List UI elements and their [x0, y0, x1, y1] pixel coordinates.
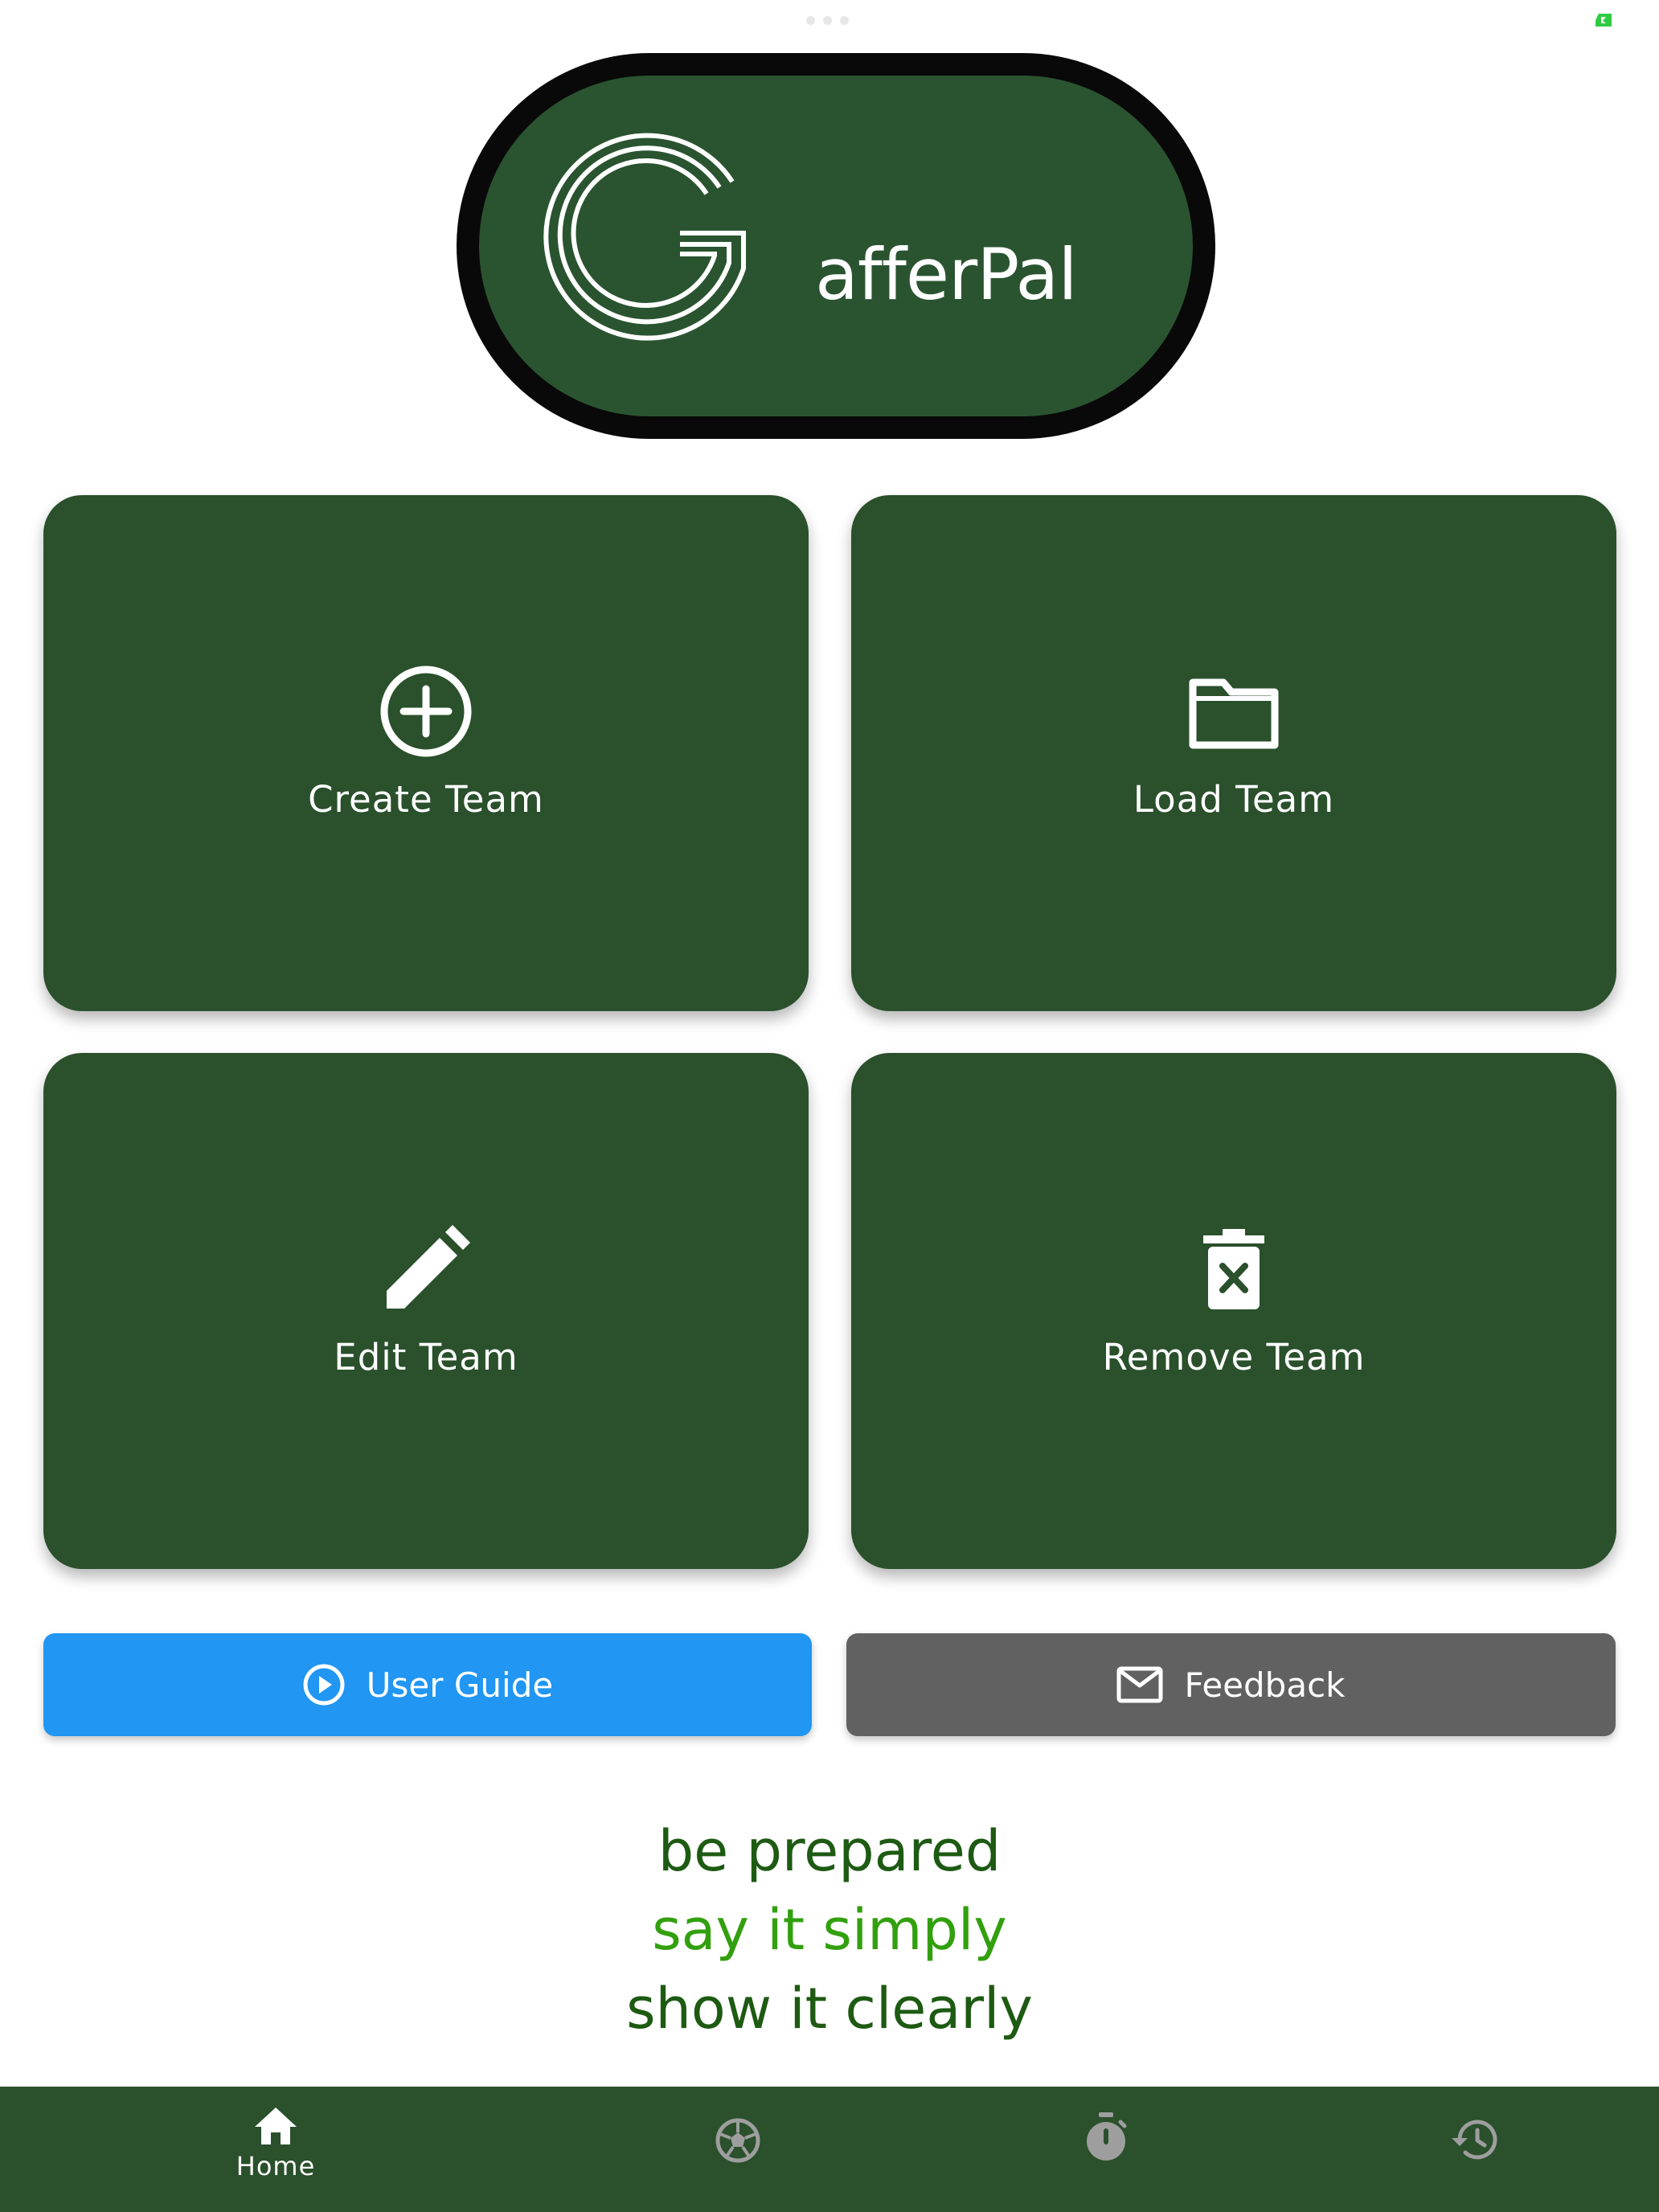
nav-item-match[interactable] [698, 2087, 778, 2212]
app-logo: afferPal [457, 53, 1215, 439]
user-guide-button[interactable]: User Guide [43, 1633, 812, 1736]
edit-team-label: Edit Team [334, 1336, 518, 1378]
remove-team-label: Remove Team [1102, 1336, 1366, 1378]
tagline-line-1: be prepared [657, 1818, 1002, 1884]
mail-icon [1116, 1666, 1163, 1703]
edit-team-button[interactable]: Edit Team [43, 1053, 809, 1569]
nav-item-home[interactable]: Home [195, 2087, 356, 2212]
create-team-button[interactable]: Create Team [43, 495, 809, 1011]
bottom-nav-bar: Home [0, 2087, 1659, 2212]
stopwatch-icon [1087, 2112, 1127, 2161]
pencil-icon [387, 1225, 470, 1309]
feedback-label: Feedback [1184, 1665, 1346, 1705]
soccer-ball-icon [715, 2118, 760, 2163]
multitasking-indicator [806, 16, 849, 25]
history-icon [1452, 2120, 1497, 2160]
remove-team-button[interactable]: Remove Team [851, 1053, 1616, 1569]
delete-icon [1203, 1229, 1264, 1309]
home-icon [255, 2108, 297, 2144]
user-guide-label: User Guide [366, 1665, 554, 1705]
feedback-button[interactable]: Feedback [846, 1633, 1616, 1736]
create-team-label: Create Team [308, 778, 544, 821]
nav-item-timer[interactable] [1066, 2087, 1146, 2212]
folder-icon [1189, 678, 1279, 749]
nav-home-label: Home [236, 2151, 316, 2181]
logo-text: afferPal [815, 233, 1078, 316]
nav-item-history[interactable] [1434, 2087, 1514, 2212]
play-circle-icon [303, 1664, 345, 1706]
add-circle-icon [380, 666, 472, 757]
load-team-button[interactable]: Load Team [851, 495, 1616, 1011]
tagline-line-2: say it simply [652, 1897, 1007, 1963]
load-team-label: Load Team [1133, 778, 1335, 821]
battery-icon [1596, 14, 1612, 27]
tagline-line-3: show it clearly [626, 1976, 1033, 2042]
